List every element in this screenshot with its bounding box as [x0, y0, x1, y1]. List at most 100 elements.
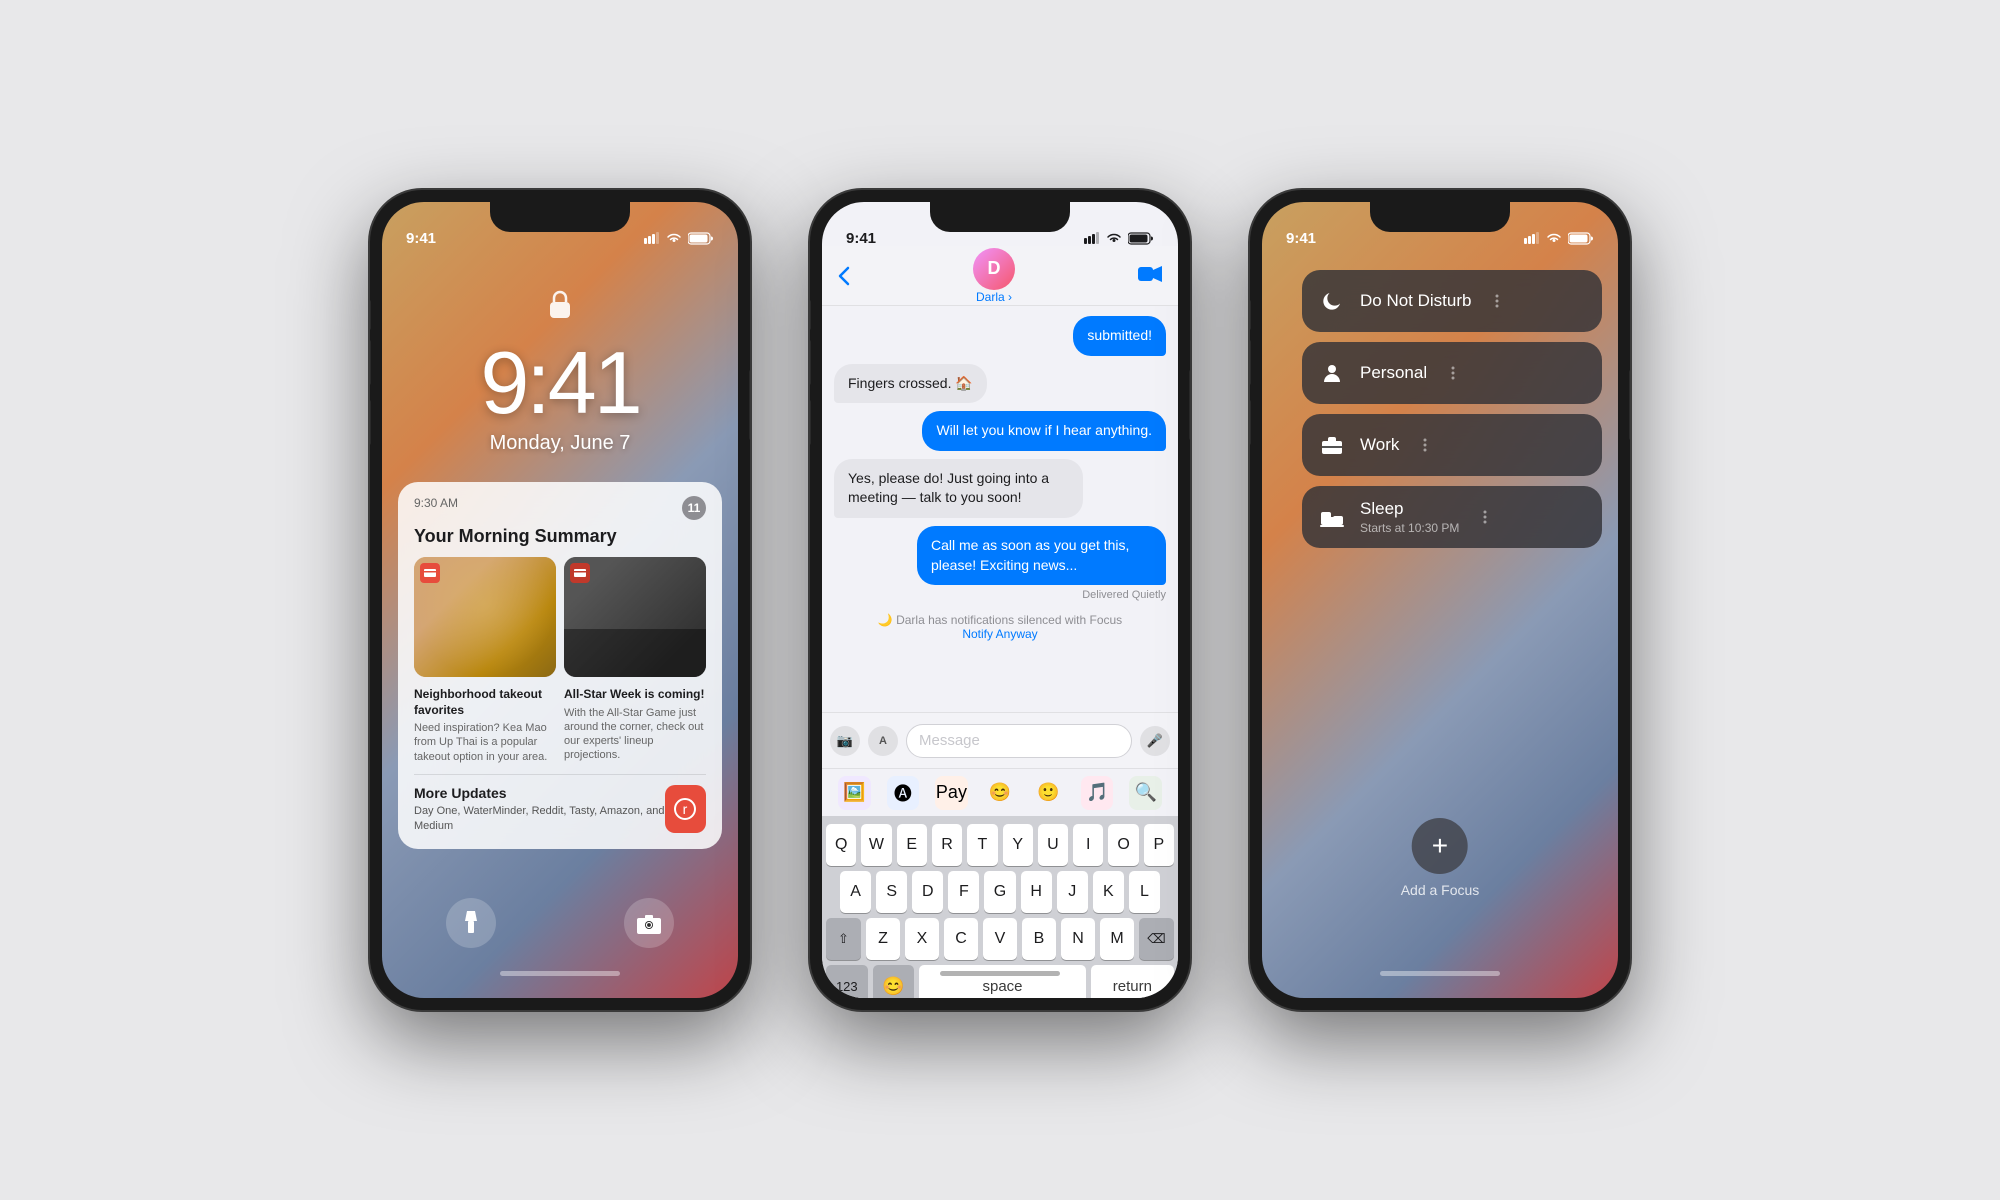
message-input[interactable]: Message — [906, 724, 1132, 758]
messages-screen: 9:41 D Darla › submitted! Fingers cross — [822, 202, 1178, 998]
power-button[interactable] — [749, 370, 750, 440]
volume-up-button[interactable] — [810, 340, 811, 385]
camera-input-icon[interactable]: 📷 — [830, 726, 860, 756]
keyboard-row-3: ⇧ Z X C V B N M ⌫ — [826, 918, 1174, 960]
message-sent-3: Call me as soon as you get this, please!… — [917, 526, 1166, 585]
video-call-button[interactable] — [1138, 263, 1162, 289]
mute-button[interactable] — [810, 300, 811, 330]
back-button[interactable] — [838, 266, 850, 286]
focus-item-personal[interactable]: Personal — [1302, 342, 1602, 404]
contact-name[interactable]: Darla › — [976, 290, 1012, 304]
briefcase-icon — [1318, 431, 1346, 459]
focus-work-label: Work — [1360, 435, 1399, 455]
key-w[interactable]: W — [861, 824, 891, 866]
volume-up-button[interactable] — [1250, 340, 1251, 385]
key-l[interactable]: L — [1129, 871, 1160, 913]
camera-button[interactable] — [624, 898, 674, 948]
phone-1-lockscreen: 9:41 9:41 Monday, June 7 9:30 AM 11 Your… — [370, 190, 750, 1010]
key-y[interactable]: Y — [1003, 824, 1033, 866]
key-e[interactable]: E — [897, 824, 927, 866]
key-i[interactable]: I — [1073, 824, 1103, 866]
memoji-icon-2[interactable]: 🙂 — [1032, 776, 1065, 810]
key-emoji[interactable]: 😊 — [873, 965, 915, 998]
volume-down-button[interactable] — [1250, 400, 1251, 445]
flashlight-button[interactable] — [446, 898, 496, 948]
key-q[interactable]: Q — [826, 824, 856, 866]
focus-item-donotdisturb[interactable]: Do Not Disturb — [1302, 270, 1602, 332]
article2-body: With the All-Star Game just around the c… — [564, 706, 706, 763]
key-n[interactable]: N — [1061, 918, 1095, 960]
appstore-app-icon[interactable]: 🅐 — [887, 776, 920, 810]
key-h[interactable]: H — [1021, 871, 1052, 913]
voice-input-icon[interactable]: 🎤 — [1140, 726, 1170, 756]
wifi-icon — [666, 232, 682, 244]
status-icons — [1084, 232, 1154, 245]
key-s[interactable]: S — [876, 871, 907, 913]
key-t[interactable]: T — [967, 824, 997, 866]
message-received-1: Fingers crossed. 🏠 — [834, 364, 987, 404]
notif-more-title: More Updates — [414, 785, 665, 801]
key-123[interactable]: 123 — [826, 965, 868, 998]
focus-donotdisturb-more[interactable] — [1485, 293, 1509, 309]
notification-card[interactable]: 9:30 AM 11 Your Morning Summary — [398, 482, 722, 849]
key-m[interactable]: M — [1100, 918, 1134, 960]
focus-screen: 9:41 Do Not Disturb — [1262, 202, 1618, 998]
add-focus-button[interactable]: + — [1412, 818, 1468, 874]
mute-button[interactable] — [1250, 300, 1251, 330]
phone-2-messages: 9:41 D Darla › submitted! Fingers cross — [810, 190, 1190, 1010]
focus-item-work[interactable]: Work — [1302, 414, 1602, 476]
key-b[interactable]: B — [1022, 918, 1056, 960]
notif-more-icon: r — [665, 785, 706, 833]
memoji-icon-1[interactable]: 😊 — [984, 776, 1017, 810]
key-space[interactable]: space — [919, 965, 1086, 998]
volume-down-button[interactable] — [370, 400, 371, 445]
key-r[interactable]: R — [932, 824, 962, 866]
appstore-input-icon[interactable]: A — [868, 726, 898, 756]
key-shift[interactable]: ⇧ — [826, 918, 861, 960]
mute-button[interactable] — [370, 300, 371, 330]
focus-sleep-more[interactable] — [1473, 509, 1497, 525]
focus-personal-more[interactable] — [1441, 365, 1465, 381]
location-app-icon[interactable]: 🔍 — [1129, 776, 1162, 810]
notif-badge: 11 — [682, 496, 706, 520]
notif-images — [414, 557, 706, 677]
power-button[interactable] — [1629, 370, 1630, 440]
lock-bottom-controls — [382, 898, 738, 948]
battery-icon — [688, 232, 714, 245]
key-o[interactable]: O — [1108, 824, 1138, 866]
applepay-app-icon[interactable]: Pay — [935, 776, 968, 810]
key-x[interactable]: X — [905, 918, 939, 960]
battery-icon — [1568, 232, 1594, 245]
key-g[interactable]: G — [984, 871, 1015, 913]
key-u[interactable]: U — [1038, 824, 1068, 866]
music-app-icon[interactable]: 🎵 — [1081, 776, 1114, 810]
battery-icon — [1128, 232, 1154, 245]
focus-notice-text: 🌙 Darla has notifications silenced with … — [834, 613, 1166, 627]
key-delete[interactable]: ⌫ — [1139, 918, 1174, 960]
key-v[interactable]: V — [983, 918, 1017, 960]
lock-date: Monday, June 7 — [382, 432, 738, 455]
contact-avatar[interactable]: D — [973, 248, 1015, 290]
volume-down-button[interactable] — [810, 400, 811, 445]
signal-icon — [1084, 232, 1100, 244]
key-j[interactable]: J — [1057, 871, 1088, 913]
key-f[interactable]: F — [948, 871, 979, 913]
volume-up-button[interactable] — [370, 340, 371, 385]
key-d[interactable]: D — [912, 871, 943, 913]
phone-3-focus: 9:41 Do Not Disturb — [1250, 190, 1630, 1010]
photos-app-icon[interactable]: 🖼️ — [838, 776, 871, 810]
signal-icon — [644, 232, 660, 244]
focus-work-more[interactable] — [1413, 437, 1437, 453]
power-button[interactable] — [1189, 370, 1190, 440]
key-k[interactable]: K — [1093, 871, 1124, 913]
focus-item-sleep[interactable]: Sleep Starts at 10:30 PM — [1302, 486, 1602, 548]
key-a[interactable]: A — [840, 871, 871, 913]
add-focus-section[interactable]: + Add a Focus — [1401, 818, 1480, 898]
key-p[interactable]: P — [1144, 824, 1174, 866]
messages-body: submitted! Fingers crossed. 🏠 Will let y… — [822, 306, 1178, 768]
key-return[interactable]: return — [1091, 965, 1174, 998]
notify-anyway-button[interactable]: Notify Anyway — [834, 627, 1166, 641]
key-z[interactable]: Z — [866, 918, 900, 960]
key-c[interactable]: C — [944, 918, 978, 960]
keyboard-row-1: Q W E R T Y U I O P — [826, 824, 1174, 866]
